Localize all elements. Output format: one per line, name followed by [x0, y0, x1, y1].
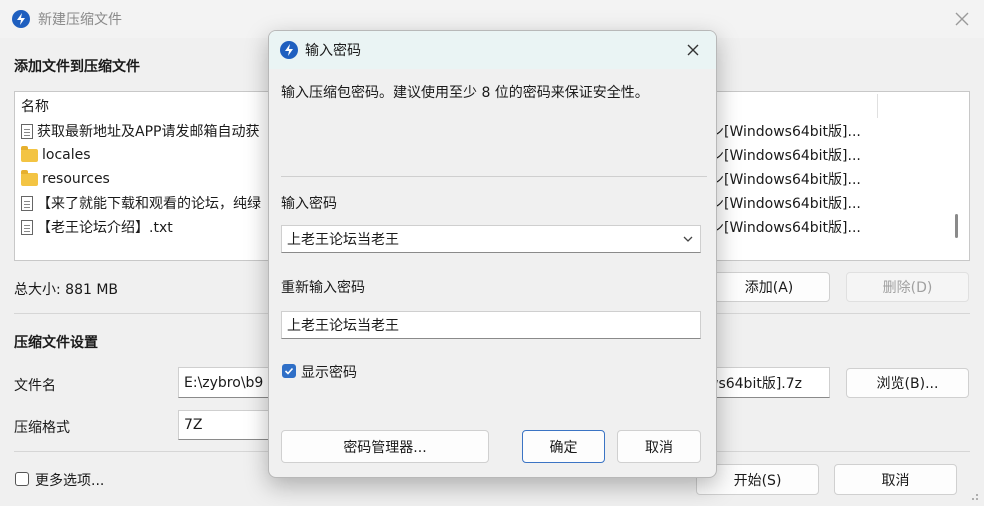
browse-button[interactable]: 浏览(B)...: [846, 368, 969, 398]
list-item-path: ン[Windows64bit版]...: [710, 196, 861, 212]
main-cancel-button[interactable]: 取消: [834, 464, 957, 495]
list-item[interactable]: 【来了就能下载和观看的论坛，纯绿: [21, 191, 261, 215]
filename-label: 文件名: [14, 378, 56, 394]
archive-settings-label: 压缩文件设置: [14, 335, 98, 351]
folder-icon: [21, 169, 38, 186]
file-icon: [21, 123, 33, 139]
list-item[interactable]: locales: [21, 143, 91, 167]
list-item-path: ン[Windows64bit版]...: [710, 148, 861, 164]
chevron-down-icon[interactable]: [682, 233, 694, 245]
list-item-path: ン[Windows64bit版]...: [710, 220, 861, 236]
app-logo-icon: [12, 10, 30, 28]
delete-button[interactable]: 删除(D): [846, 272, 969, 302]
app-logo-icon: [280, 41, 298, 59]
window-close-icon[interactable]: [951, 8, 973, 30]
folder-icon: [21, 145, 38, 162]
list-item-path: ン[Windows64bit版]...: [710, 124, 861, 140]
show-password-label: 显示密码: [301, 365, 357, 381]
dialog-cancel-button[interactable]: 取消: [617, 430, 701, 463]
column-divider: [877, 94, 878, 118]
column-header-name[interactable]: 名称: [21, 94, 49, 118]
dialog-title: 输入密码: [305, 43, 361, 59]
dialog-divider: [281, 176, 707, 177]
password-label: 输入密码: [281, 196, 337, 212]
password-dialog: 输入密码 输入压缩包密码。建议使用至少 8 位的密码来保证安全性。 输入密码 上…: [268, 30, 717, 478]
dialog-title-bar: 输入密码: [269, 31, 716, 69]
more-options-label: 更多选项...: [35, 473, 105, 489]
format-label: 压缩格式: [14, 420, 70, 436]
reenter-password-input[interactable]: 上老王论坛当老王: [281, 311, 701, 339]
checkmark-icon: [284, 367, 294, 375]
window-title: 新建压缩文件: [38, 12, 122, 28]
password-input[interactable]: 上老王论坛当老王: [281, 225, 701, 253]
add-files-section-label: 添加文件到压缩文件: [14, 59, 140, 75]
file-icon: [21, 219, 33, 235]
show-password-checkbox[interactable]: [282, 364, 296, 378]
add-button[interactable]: 添加(A): [708, 272, 830, 302]
password-manager-button[interactable]: 密码管理器...: [281, 430, 489, 463]
ok-button[interactable]: 确定: [522, 430, 605, 463]
total-size-text: 总大小: 881 MB: [14, 282, 119, 298]
list-item-path: ン[Windows64bit版]...: [710, 172, 861, 188]
reenter-password-label: 重新输入密码: [281, 280, 365, 296]
list-scrollbar-thumb[interactable]: [955, 214, 958, 238]
list-item[interactable]: resources: [21, 167, 110, 191]
list-item[interactable]: 获取最新地址及APP请发邮箱自动获: [21, 119, 259, 143]
more-options-checkbox[interactable]: [15, 472, 29, 486]
list-item[interactable]: 【老王论坛介绍】.txt: [21, 215, 173, 239]
format-select[interactable]: 7Z: [178, 410, 278, 440]
resize-grip-icon[interactable]: [966, 488, 980, 502]
dialog-close-icon[interactable]: [682, 39, 704, 61]
dialog-description: 输入压缩包密码。建议使用至少 8 位的密码来保证安全性。: [281, 85, 649, 101]
file-icon: [21, 195, 33, 211]
